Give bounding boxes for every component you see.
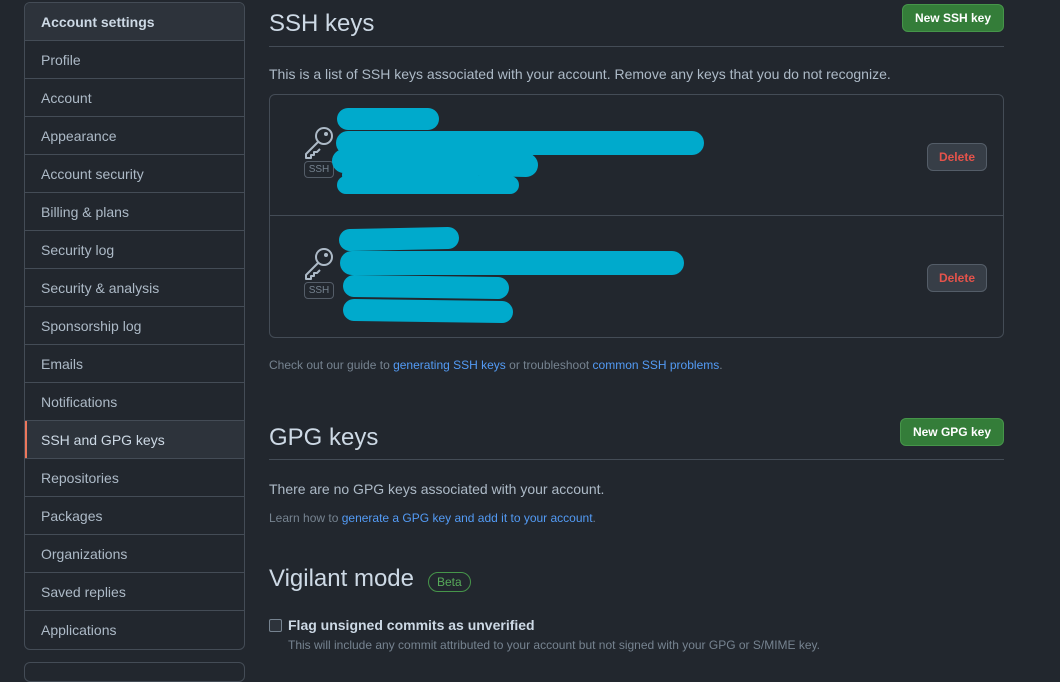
sidebar-item-applications[interactable]: Applications <box>25 611 244 649</box>
vigilant-mode-section: Vigilant mode Beta Flag unsigned commits … <box>269 565 1004 652</box>
redaction-mark <box>339 227 684 323</box>
sidebar-item-account[interactable]: Account <box>25 79 244 117</box>
gpg-section-header: GPG keys New GPG key <box>269 416 1004 460</box>
gpg-keys-section: GPG keys New GPG key There are no GPG ke… <box>269 416 1004 525</box>
ssh-type-label: SSH <box>303 282 335 299</box>
ssh-description: This is a list of SSH keys associated wi… <box>269 66 891 82</box>
ssh-guide-note: Check out our guide to generating SSH ke… <box>269 358 1004 372</box>
delete-ssh-key-button[interactable]: Delete <box>926 264 987 292</box>
sidebar-item-account-security[interactable]: Account security <box>25 155 244 193</box>
common-ssh-problems-link[interactable]: common SSH problems <box>593 358 720 372</box>
sidebar-item-security-log[interactable]: Security log <box>25 231 244 269</box>
beta-badge: Beta <box>427 571 471 592</box>
sidebar-item-emails[interactable]: Emails <box>25 345 244 383</box>
new-ssh-key-button[interactable]: New SSH key <box>901 4 1004 32</box>
gpg-keys-title: GPG keys <box>269 423 379 451</box>
sidebar-item-saved-replies[interactable]: Saved replies <box>25 573 244 611</box>
flag-unsigned-note: This will include any commit attributed … <box>288 638 821 652</box>
sidebar-item-billing[interactable]: Billing & plans <box>25 193 244 231</box>
ssh-key-row: SSH Delete <box>270 216 1003 337</box>
guide-prefix: Check out our guide to <box>269 358 394 372</box>
ssh-key-row: SSH Delete <box>270 95 1003 216</box>
guide-suffix: . <box>719 358 723 372</box>
gpg-empty-text: There are no GPG keys associated with yo… <box>269 481 605 497</box>
generate-gpg-key-link[interactable]: generate a GPG key and add it to your ac… <box>342 511 593 525</box>
ssh-keys-title: SSH keys <box>269 10 375 37</box>
vigilant-header: Vigilant mode Beta <box>269 565 1004 593</box>
sidebar-item-notifications[interactable]: Notifications <box>25 383 244 421</box>
main-content: SSH keys New SSH key This is a list of S… <box>269 0 1004 652</box>
redaction-mark <box>332 108 704 194</box>
sidebar-item-sponsorship-log[interactable]: Sponsorship log <box>25 307 244 345</box>
sidebar-item-security-analysis[interactable]: Security & analysis <box>25 269 244 307</box>
ssh-keys-section: SSH keys New SSH key This is a list of S… <box>269 0 1004 372</box>
sidebar-heading: Account settings <box>25 3 244 41</box>
generating-ssh-keys-link[interactable]: generating SSH keys <box>393 358 506 372</box>
learn-suffix: . <box>592 511 596 525</box>
sidebar-item-ssh-gpg-keys[interactable]: SSH and GPG keys <box>25 421 244 459</box>
ssh-keys-list: SSH Delete SSH Delete <box>269 94 1004 338</box>
ssh-section-header: SSH keys New SSH key <box>269 0 1004 47</box>
ssh-key-badge: SSH <box>302 246 336 299</box>
gpg-learn-note: Learn how to generate a GPG key and add … <box>269 511 1004 525</box>
sidebar-item-repositories[interactable]: Repositories <box>25 459 244 497</box>
learn-prefix: Learn how to <box>269 511 342 525</box>
sidebar-item-appearance[interactable]: Appearance <box>25 117 244 155</box>
flag-unsigned-checkbox[interactable] <box>269 618 282 632</box>
vigilant-checkbox-row: Flag unsigned commits as unverified <box>269 617 1004 633</box>
sidebar-item-packages[interactable]: Packages <box>25 497 244 535</box>
guide-middle: or troubleshoot <box>505 358 593 372</box>
new-gpg-key-button[interactable]: New GPG key <box>899 417 1004 446</box>
sidebar-item-profile[interactable]: Profile <box>25 41 244 79</box>
secondary-sidebar-box <box>24 662 245 682</box>
settings-sidebar: Account settings Profile Account Appeara… <box>24 2 245 650</box>
delete-ssh-key-button[interactable]: Delete <box>926 143 987 171</box>
sidebar-item-organizations[interactable]: Organizations <box>25 535 244 573</box>
flag-unsigned-label: Flag unsigned commits as unverified <box>288 617 535 633</box>
vigilant-mode-title: Vigilant mode <box>269 565 414 592</box>
key-icon <box>305 248 333 280</box>
